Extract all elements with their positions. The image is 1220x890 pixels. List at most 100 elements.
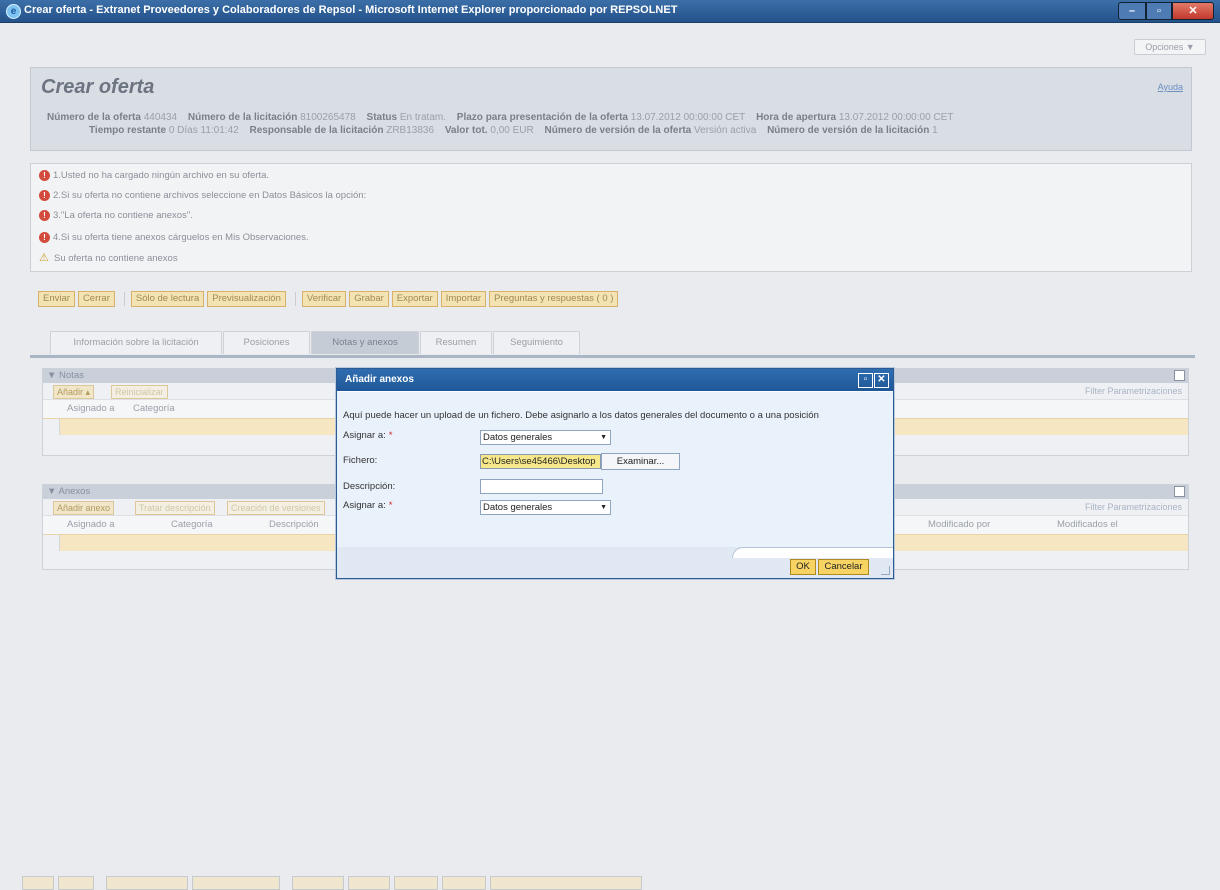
meta-value: 8100265478 — [300, 112, 356, 123]
message-item: ⚠ Su oferta no contiene anexos — [39, 252, 178, 266]
footer-decoration — [732, 547, 893, 558]
maximize-icon[interactable] — [1174, 486, 1185, 497]
grabar-button[interactable]: Grabar — [349, 291, 389, 307]
meta-value: 0,00 EUR — [490, 125, 534, 136]
descripcion-label: Descripción: — [343, 481, 396, 492]
message-text: 4.Si su oferta tiene anexos cárguelos en… — [53, 232, 309, 243]
window-controls: – ▫ ✕ — [1118, 2, 1214, 20]
column-header[interactable]: Modificados el — [1057, 516, 1118, 534]
required-marker: * — [388, 500, 393, 511]
meta-value: Versión activa — [694, 125, 757, 136]
tab-posiciones[interactable]: Posiciones — [223, 331, 310, 354]
column-header[interactable]: Categoría — [133, 400, 175, 418]
meta-value: 1 — [932, 125, 938, 136]
anadir-anexos-dialog: Añadir anexos ▫ ✕ Aquí puede hacer un up… — [336, 368, 894, 579]
cancelar-button[interactable]: Cancelar — [818, 559, 869, 575]
page-title: Crear oferta — [41, 76, 155, 98]
opciones-dropdown[interactable]: Opciones ▼ — [1134, 39, 1206, 55]
internet-explorer-icon: e — [6, 4, 21, 19]
meta-label: Número de versión de la licitación — [767, 125, 930, 136]
asignar-select-value: Datos generales — [483, 502, 553, 513]
preguntas-button[interactable]: Preguntas y respuestas ( 0 ) — [489, 291, 619, 307]
metadata-row-1: Número de la oferta 440434 Número de la … — [47, 112, 1177, 125]
exportar-button[interactable]: Exportar — [391, 291, 438, 307]
column-header[interactable]: Asignado a — [67, 400, 115, 418]
dialog-title: Añadir anexos — [345, 374, 414, 385]
meta-label: Número de versión de la oferta — [544, 125, 692, 136]
close-window-button[interactable]: ✕ — [1172, 2, 1214, 20]
filter-settings-links[interactable]: Filter Parametrizaciones — [1085, 502, 1182, 512]
solo-lectura-button[interactable]: Sólo de lectura — [130, 291, 205, 307]
asignar-label-2: Asignar a: * — [343, 500, 392, 511]
toolbar-separator — [294, 292, 296, 306]
cerrar-button[interactable]: Cerrar — [77, 291, 115, 307]
dialog-titlebar: Añadir anexos ▫ ✕ — [337, 369, 893, 391]
previsualizacion-button[interactable]: Previsualización — [207, 291, 286, 307]
offer-toolbar: Enviar Cerrar Sólo de lectura Previsuali… — [38, 291, 621, 307]
minimize-button[interactable]: – — [1118, 2, 1146, 20]
asignar-label-text: Asignar a: — [343, 500, 386, 511]
error-icon: ! — [39, 231, 50, 243]
offer-metadata: Número de la oferta 440434 Número de la … — [47, 112, 1177, 138]
fichero-input[interactable]: C:\Users\se45466\Desktop — [480, 454, 601, 469]
ok-button[interactable]: OK — [790, 559, 816, 575]
examinar-button[interactable]: Examinar... — [601, 453, 680, 470]
warning-icon: ⚠ — [39, 251, 49, 264]
message-area: ! 1.Usted no ha cargado ningún archivo en… — [30, 163, 1192, 272]
resize-grip-icon[interactable] — [881, 566, 890, 575]
descripcion-input[interactable] — [480, 479, 603, 494]
dropdown-arrow-icon: ▼ — [600, 434, 607, 441]
meta-label: Valor tot. — [444, 125, 488, 136]
meta-value: 13.07.2012 00:00:00 CET — [838, 112, 954, 123]
meta-value: ZRB13836 — [386, 125, 435, 136]
column-header[interactable]: Descripción — [269, 516, 319, 534]
maximize-icon[interactable] — [1174, 370, 1185, 381]
help-link[interactable]: Ayuda — [1158, 82, 1183, 92]
tab-informacion[interactable]: Información sobre la licitación — [50, 331, 222, 354]
tab-strip: Información sobre la licitación Posicion… — [30, 329, 1195, 358]
asignar-label: Asignar a: * — [343, 430, 392, 441]
importar-button[interactable]: Importar — [440, 291, 487, 307]
message-text: 1.Usted no ha cargado ningún archivo en … — [53, 170, 270, 181]
window-titlebar: e Crear oferta - Extranet Proveedores y … — [0, 0, 1220, 23]
message-item: ! 1.Usted no ha cargado ningún archivo en… — [39, 169, 269, 183]
tab-seguimiento[interactable]: Seguimiento — [493, 331, 580, 354]
row-selector[interactable] — [43, 419, 60, 435]
anadir-anexo-button[interactable]: Añadir anexo — [53, 501, 115, 515]
meta-label: Tiempo restante — [89, 125, 167, 136]
message-text: 3."La oferta no contiene anexos". — [53, 210, 193, 221]
column-header[interactable]: Categoría — [171, 516, 213, 534]
message-text: Su oferta no contiene anexos — [54, 253, 178, 264]
tab-resumen[interactable]: Resumen — [420, 331, 492, 354]
dialog-maximize-icon[interactable]: ▫ — [858, 373, 873, 388]
meta-value: En tratam. — [399, 112, 447, 123]
creacion-versiones-button[interactable]: Creación de versiones — [227, 501, 325, 515]
maximize-button[interactable]: ▫ — [1146, 2, 1172, 20]
tratar-descripcion-button[interactable]: Tratar descripción — [135, 501, 215, 515]
meta-label: Responsable de la licitación — [249, 125, 384, 136]
asignar-select-value: Datos generales — [483, 432, 553, 443]
asignar-label-text: Asignar a: — [343, 430, 386, 441]
meta-value: 13.07.2012 00:00:00 CET — [630, 112, 746, 123]
fichero-label: Fichero: — [343, 455, 378, 466]
filter-settings-links[interactable]: Filter Parametrizaciones — [1085, 386, 1182, 396]
reinicializar-button[interactable]: Reinicializar — [111, 385, 168, 399]
asignar-select[interactable]: Datos generales ▼ — [480, 430, 611, 445]
dialog-close-icon[interactable]: ✕ — [874, 373, 889, 388]
asignar-select-2[interactable]: Datos generales ▼ — [480, 500, 611, 515]
enviar-button[interactable]: Enviar — [38, 291, 75, 307]
row-selector[interactable] — [43, 535, 60, 551]
window-title: Crear oferta - Extranet Proveedores y Co… — [24, 4, 678, 16]
toolbar-separator — [123, 292, 125, 306]
tab-notas-anexos[interactable]: Notas y anexos — [311, 331, 419, 354]
dropdown-arrow-icon: ▼ — [600, 504, 607, 511]
page-header: Crear oferta Ayuda Número de la oferta 4… — [30, 67, 1192, 151]
verificar-button[interactable]: Verificar — [301, 291, 347, 307]
column-header[interactable]: Modificado por — [928, 516, 990, 534]
meta-label: Plazo para presentación de la oferta — [456, 112, 628, 123]
anadir-nota-button[interactable]: Añadir ▴ — [53, 385, 95, 399]
error-icon: ! — [39, 209, 50, 221]
column-header[interactable]: Asignado a — [67, 516, 115, 534]
message-item: ! 4.Si su oferta tiene anexos cárguelos e… — [39, 231, 309, 245]
error-icon: ! — [39, 189, 50, 201]
